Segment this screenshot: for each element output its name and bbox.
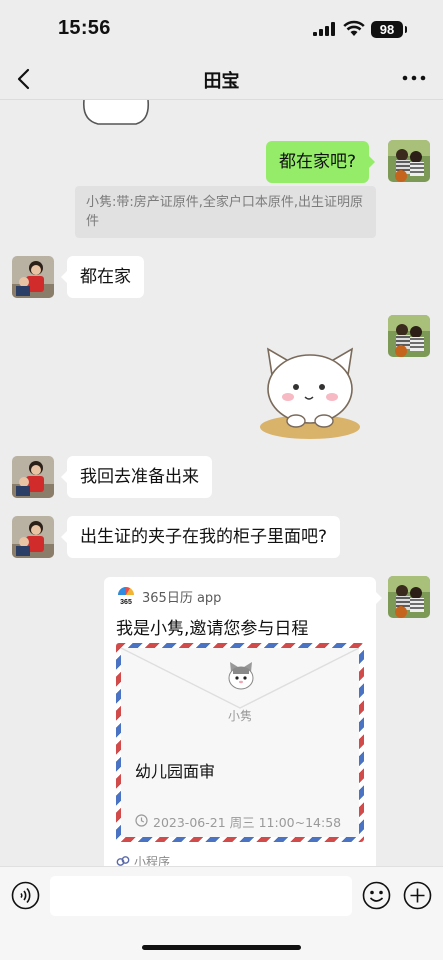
- status-time: 15:56: [58, 17, 111, 39]
- message-bubble-outgoing[interactable]: 都在家吧?: [266, 141, 376, 183]
- cat-sticker[interactable]: [258, 345, 364, 439]
- event-time: 2023-06-21 周三 11:00~14:58: [153, 815, 342, 830]
- cellular-signal-icon: [313, 22, 335, 36]
- voice-input-icon[interactable]: [11, 881, 40, 910]
- wifi-icon: [343, 20, 365, 36]
- message-bubble-incoming[interactable]: 出生证的夹子在我的柜子里面吧?: [60, 516, 341, 558]
- clock-icon: [135, 814, 148, 827]
- event-name: 幼儿园面审: [135, 762, 216, 781]
- card-app-name: 365日历 app: [142, 591, 222, 606]
- svg-text:365: 365: [120, 599, 132, 606]
- message-bubble-incoming[interactable]: 我回去准备出来: [61, 456, 212, 498]
- emoji-icon[interactable]: [362, 881, 391, 910]
- avatar-self[interactable]: [388, 140, 430, 182]
- calendar-app-icon: 365: [118, 587, 134, 606]
- calendar-invite-card[interactable]: 365 365日历 app 我是小隽,邀请您参与日程 小隽 幼儿园面审 2023…: [104, 577, 382, 873]
- envelope-body: 小隽 幼儿园面审 2023-06-21 周三 11:00~14:58: [121, 648, 359, 837]
- message-bubble-incoming[interactable]: 都在家: [61, 256, 144, 298]
- battery-indicator: 98: [371, 21, 407, 38]
- message-input[interactable]: [50, 876, 352, 916]
- sticker-partial[interactable]: [80, 100, 152, 126]
- plus-icon[interactable]: [403, 881, 432, 910]
- avatar-contact[interactable]: [12, 256, 54, 298]
- status-bar: 15:56 98: [0, 0, 443, 58]
- home-indicator: [142, 945, 301, 950]
- avatar-self[interactable]: [388, 576, 430, 618]
- input-bar: [0, 866, 443, 960]
- more-options-icon[interactable]: [401, 68, 427, 88]
- avatar-self[interactable]: [388, 315, 430, 357]
- quoted-message[interactable]: 小隽:带:房产证原件,全家户口本原件,出生证明原件: [75, 186, 376, 238]
- card-sender-name: 小隽: [227, 709, 252, 723]
- card-title: 我是小隽,邀请您参与日程: [116, 619, 309, 639]
- chat-header: 田宝: [0, 58, 443, 100]
- avatar-contact[interactable]: [12, 516, 54, 558]
- cat-avatar-icon: [228, 662, 254, 690]
- avatar-contact[interactable]: [12, 456, 54, 498]
- envelope-graphic: 小隽 幼儿园面审 2023-06-21 周三 11:00~14:58: [116, 643, 364, 842]
- chat-title: 田宝: [203, 71, 240, 92]
